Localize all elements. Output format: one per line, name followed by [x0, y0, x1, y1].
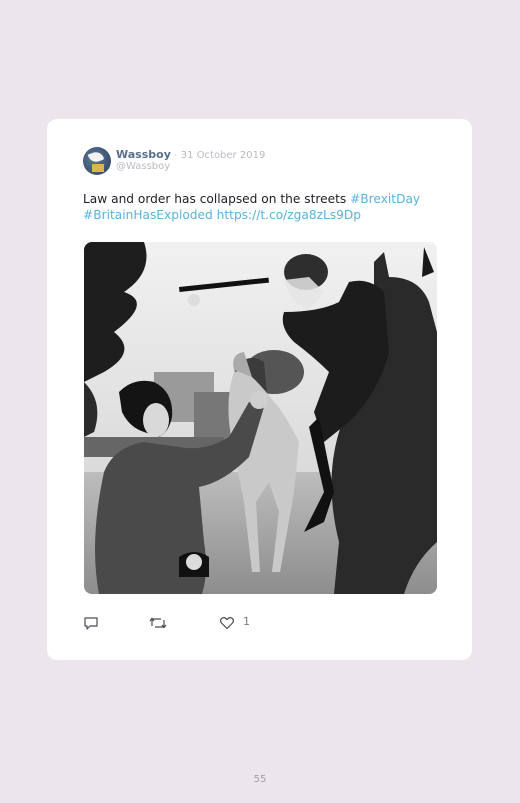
retweet-icon[interactable]	[149, 615, 167, 633]
tweet-body: Law and order has collapsed on the stree…	[83, 192, 351, 206]
author-line: Wassboy · 31 October 2019	[116, 148, 265, 161]
heart-icon[interactable]	[219, 615, 235, 633]
like-count: 1	[243, 615, 250, 628]
tweet-photo[interactable]	[84, 242, 437, 594]
author-avatar[interactable]	[83, 147, 111, 175]
tweet-actions: 1	[83, 615, 283, 635]
avatar-badge	[92, 164, 104, 172]
bird-icon	[87, 149, 105, 165]
hashtag-brexitday[interactable]: #BrexitDay	[350, 192, 420, 206]
author-name[interactable]: Wassboy	[116, 148, 171, 161]
protest-photo-icon	[84, 242, 437, 594]
page-number: 55	[253, 774, 267, 785]
tweet-card: Wassboy · 31 October 2019 @Wassboy Law a…	[47, 119, 472, 660]
tweet-text: Law and order has collapsed on the stree…	[83, 192, 423, 223]
tweet-link[interactable]: https://t.co/zga8zLs9Dp	[217, 208, 361, 222]
reply-icon[interactable]	[83, 615, 99, 633]
separator-dot: ·	[174, 151, 178, 161]
author-handle[interactable]: @Wassboy	[116, 161, 170, 172]
tweet-date[interactable]: 31 October 2019	[181, 150, 266, 161]
hashtag-britainhasexploded[interactable]: #BritainHasExploded	[83, 208, 213, 222]
